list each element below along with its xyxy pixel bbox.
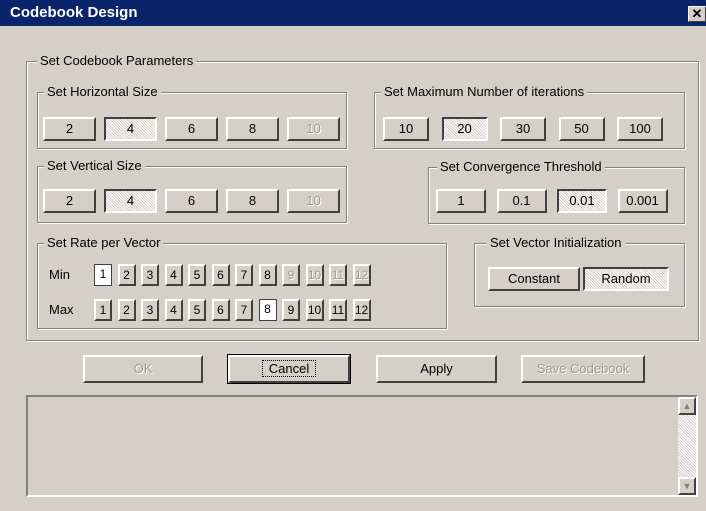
- apply-button[interactable]: Apply: [376, 355, 497, 383]
- min-rate-button-4[interactable]: 4: [164, 264, 183, 286]
- rate-per-vector-legend: Set Rate per Vector: [44, 235, 164, 250]
- iterations-legend: Set Maximum Number of iterations: [381, 84, 588, 99]
- max-rate-button-7[interactable]: 7: [235, 299, 253, 321]
- vertical-size-button-6[interactable]: 6: [165, 189, 218, 213]
- threshold-legend: Set Convergence Threshold: [437, 159, 605, 174]
- max-rate-button-5[interactable]: 5: [188, 299, 206, 321]
- horizontal-size-button-10[interactable]: 10: [287, 117, 340, 141]
- init-random-button[interactable]: Random: [583, 267, 669, 291]
- min-rate-button-2[interactable]: 2: [117, 264, 136, 286]
- init-constant-button[interactable]: Constant: [488, 267, 580, 291]
- threshold-button-0_1[interactable]: 0.1: [496, 189, 547, 213]
- close-button[interactable]: ✕: [688, 6, 706, 22]
- output-text-area[interactable]: ▲ ▼: [26, 395, 698, 497]
- scroll-up-icon: ▲: [682, 401, 692, 411]
- scroll-down-icon: ▼: [682, 481, 692, 491]
- title-bar: Codebook Design ✕: [0, 0, 706, 26]
- max-rate-button-1[interactable]: 1: [94, 299, 112, 321]
- iterations-button-100[interactable]: 100: [617, 117, 663, 141]
- max-rate-button-10[interactable]: 10: [305, 299, 324, 321]
- vertical-scrollbar[interactable]: ▲ ▼: [678, 397, 696, 495]
- min-rate-button-5[interactable]: 5: [188, 264, 206, 286]
- iterations-button-10[interactable]: 10: [383, 117, 429, 141]
- max-label: Max: [49, 302, 74, 317]
- max-rate-button-8[interactable]: 8: [258, 299, 277, 321]
- scroll-up-button[interactable]: ▲: [678, 397, 696, 415]
- vector-init-legend: Set Vector Initialization: [487, 235, 625, 250]
- scroll-down-button[interactable]: ▼: [678, 477, 696, 495]
- max-rate-button-4[interactable]: 4: [164, 299, 183, 321]
- min-label: Min: [49, 267, 70, 282]
- horizontal-size-button-8[interactable]: 8: [226, 117, 279, 141]
- ok-label: OK: [133, 361, 153, 376]
- iterations-button-30[interactable]: 30: [500, 117, 546, 141]
- save-codebook-button[interactable]: Save Codebook: [521, 355, 645, 383]
- cancel-label: Cancel: [261, 360, 317, 377]
- horizontal-size-button-2[interactable]: 2: [43, 117, 96, 141]
- min-rate-button-3[interactable]: 3: [141, 264, 159, 286]
- vertical-size-button-8[interactable]: 8: [226, 189, 279, 213]
- max-rate-button-11[interactable]: 11: [329, 299, 347, 321]
- horizontal-size-button-6[interactable]: 6: [165, 117, 218, 141]
- apply-label: Apply: [420, 361, 453, 376]
- horizontal-size-button-4[interactable]: 4: [104, 117, 157, 141]
- vertical-size-button-2[interactable]: 2: [43, 189, 96, 213]
- ok-button[interactable]: OK: [83, 355, 203, 383]
- threshold-button-1[interactable]: 1: [436, 189, 486, 213]
- min-rate-button-12[interactable]: 12: [352, 264, 371, 286]
- max-rate-button-6[interactable]: 6: [211, 299, 230, 321]
- min-rate-button-10[interactable]: 10: [305, 264, 324, 286]
- min-rate-button-11[interactable]: 11: [329, 264, 347, 286]
- max-rate-button-3[interactable]: 3: [141, 299, 159, 321]
- vertical-size-legend: Set Vertical Size: [44, 158, 145, 173]
- window-title: Codebook Design: [10, 4, 138, 21]
- vertical-size-button-10[interactable]: 10: [287, 189, 340, 213]
- codebook-parameters-legend: Set Codebook Parameters: [37, 53, 197, 68]
- min-rate-button-9[interactable]: 9: [282, 264, 300, 286]
- min-rate-button-1[interactable]: 1: [94, 264, 112, 286]
- threshold-button-0_01[interactable]: 0.01: [557, 189, 607, 213]
- min-rate-button-7[interactable]: 7: [235, 264, 253, 286]
- iterations-button-20[interactable]: 20: [441, 117, 488, 141]
- max-rate-button-12[interactable]: 12: [352, 299, 371, 321]
- horizontal-size-legend: Set Horizontal Size: [44, 84, 161, 99]
- min-rate-button-6[interactable]: 6: [211, 264, 230, 286]
- save-codebook-label: Save Codebook: [536, 361, 630, 376]
- cancel-button[interactable]: Cancel: [227, 354, 351, 384]
- iterations-button-50[interactable]: 50: [558, 117, 605, 141]
- vertical-size-button-4[interactable]: 4: [104, 189, 157, 213]
- min-rate-button-8[interactable]: 8: [258, 264, 277, 286]
- max-rate-button-9[interactable]: 9: [282, 299, 300, 321]
- max-rate-button-2[interactable]: 2: [117, 299, 136, 321]
- threshold-button-0_001[interactable]: 0.001: [617, 189, 668, 213]
